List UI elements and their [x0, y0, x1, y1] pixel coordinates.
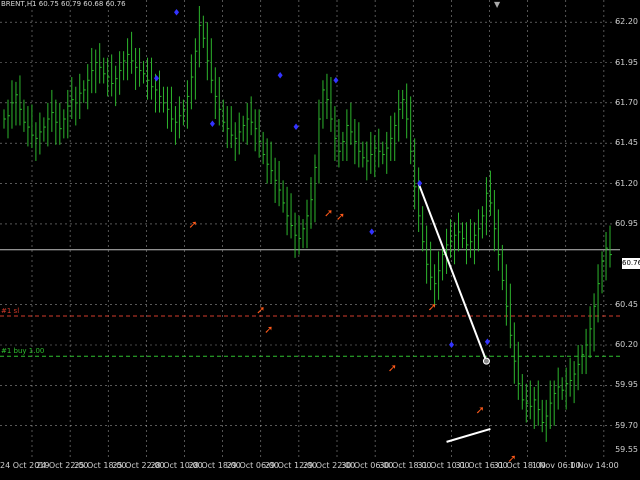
- price-chart[interactable]: ➚➚➚➚ ➚➚➚➚➚♦♦♦♦♦♦♦♦♦ ♦: [0, 0, 620, 462]
- chart-area[interactable]: ➚ ➚ ➚ ➚ ➚ ➚ ➚ ➚ ➚ ♦ ♦ ♦ ♦ ♦ ♦ ♦ ♦ ♦ ♦: [0, 0, 620, 462]
- buy-arrow-icon: ➚: [336, 210, 345, 223]
- signal-marker-icon: ♦: [448, 341, 456, 351]
- buy-arrow-icon: ➚: [475, 404, 484, 417]
- price-axis-label: 62.20: [615, 17, 638, 27]
- buy-arrow-icon: ➚: [188, 218, 197, 231]
- buy-arrow-icon: ➚: [324, 207, 333, 220]
- price-axis-label: 61.20: [615, 178, 638, 188]
- current-bid-tag: 60.76: [622, 258, 640, 269]
- signal-marker-icon: ♦: [368, 228, 376, 238]
- signal-marker-icon: ♦: [416, 180, 424, 190]
- signal-marker-icon: ♦: [332, 76, 340, 86]
- buy-arrow-icon: ➚: [388, 362, 397, 375]
- signal-marker-icon: ♦: [276, 71, 284, 81]
- trendline: [417, 183, 488, 362]
- signal-marker-icon: ♦: [208, 120, 216, 130]
- trendline-anchor-icon: [482, 357, 490, 365]
- price-axis-label: 59.95: [615, 380, 638, 390]
- price-axis-label: 61.95: [615, 57, 638, 67]
- symbol-header: BRENT,H1 60.75 60.79 60.68 60.76: [1, 0, 126, 8]
- price-axis-label: 61.70: [615, 97, 638, 107]
- trendline: [446, 427, 491, 443]
- price-axis-label: 61.45: [615, 138, 638, 148]
- signal-marker-icon: ♦: [172, 8, 180, 18]
- buy-order-label: #1 buy 1.00: [1, 347, 45, 356]
- time-axis-label: 1 Nov 14:00: [569, 461, 619, 470]
- grid: [0, 0, 620, 460]
- buy-arrow-icon: ➚: [264, 323, 273, 336]
- horizontal-lines: [0, 249, 620, 357]
- buy-arrow-icon: ➚: [256, 303, 265, 316]
- signal-marker-icon: ♦: [153, 75, 161, 85]
- signal-marker-icon: ♦: [483, 338, 491, 348]
- price-axis-label: 60.95: [615, 218, 638, 228]
- chart-shift-icon[interactable]: ▼: [494, 0, 500, 9]
- price-axis-label: 60.45: [615, 299, 638, 309]
- signal-marker-icon: ♦: [292, 123, 300, 133]
- price-axis-label: 59.55: [615, 444, 638, 454]
- price-axis-label: 59.70: [615, 420, 638, 430]
- stop-loss-label: #1 sl: [1, 306, 20, 315]
- price-axis-label: 60.20: [615, 340, 638, 349]
- buy-arrow-icon: ➚: [428, 300, 437, 313]
